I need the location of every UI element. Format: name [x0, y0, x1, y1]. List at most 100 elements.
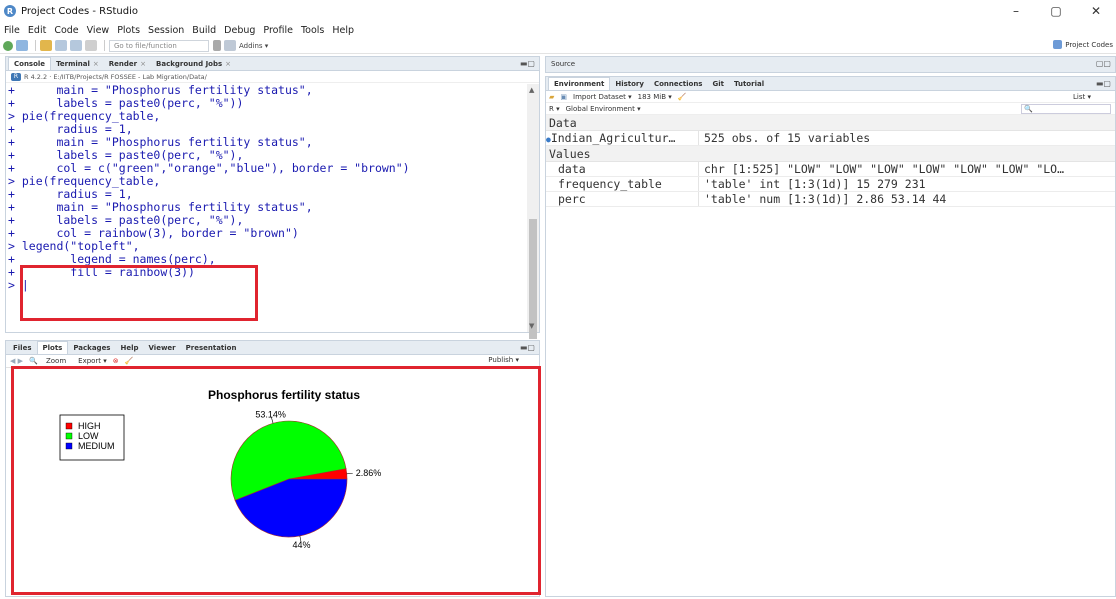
menu-session[interactable]: Session — [148, 25, 184, 36]
menu-build[interactable]: Build — [192, 25, 216, 36]
tab-close-icon[interactable]: × — [140, 60, 146, 68]
env-name: ●Indian_Agricultur… — [546, 131, 698, 145]
import-dataset-button[interactable]: Import Dataset ▾ — [573, 93, 632, 101]
memory-usage-button[interactable]: 183 MiB ▾ — [638, 93, 672, 101]
tab-label: Environment — [554, 80, 605, 88]
tab-label: Presentation — [185, 344, 237, 352]
window-title: Project Codes - RStudio — [21, 5, 138, 17]
close-button[interactable]: ✕ — [1076, 0, 1116, 22]
export-button[interactable]: Export ▾ — [78, 357, 107, 365]
legend-swatch-medium — [65, 442, 73, 450]
env-row-frequency-table[interactable]: frequency_table 'table' int [1:3(1d)] 15… — [546, 177, 1115, 192]
zoom-button[interactable]: 🔍 Zoom — [29, 357, 72, 365]
menu-file[interactable]: File — [4, 25, 20, 36]
env-row-value: 'table' num [1:3(1d)] 2.86 53.14 44 — [698, 192, 1115, 206]
chart-legend: HIGH LOW MEDIUM — [59, 414, 125, 461]
grid-layout-icon[interactable] — [224, 40, 236, 51]
plot-viewer: Phosphorus fertility status 2.86% 53.14% 4… — [11, 366, 541, 595]
tab-files[interactable]: Files — [8, 342, 37, 354]
tab-tutorial[interactable]: Tutorial — [729, 78, 769, 90]
tab-label: Tutorial — [733, 80, 765, 88]
env-search-input[interactable]: 🔍 — [1021, 103, 1111, 114]
print-icon[interactable] — [85, 40, 97, 51]
tab-environment[interactable]: Environment — [548, 77, 611, 90]
save-icon[interactable] — [55, 40, 67, 51]
save-workspace-icon[interactable]: ▣ — [560, 93, 567, 101]
list-view-button[interactable]: List ▾ — [1073, 93, 1091, 101]
env-row-data[interactable]: data chr [1:525] "LOW" "LOW" "LOW" "LOW"… — [546, 162, 1115, 177]
pane-minmax-icon[interactable]: ▬▢ — [520, 59, 535, 68]
r-logo-icon: R — [11, 72, 21, 81]
tab-presentation[interactable]: Presentation — [181, 342, 242, 354]
scroll-up-icon[interactable]: ▲ — [529, 86, 534, 94]
menu-code[interactable]: Code — [54, 25, 78, 36]
console-tabbar: Console Terminal × Render × Background Job… — [6, 57, 539, 71]
back-arrow-icon[interactable]: ◀ ▶ — [10, 357, 23, 365]
menu-help[interactable]: Help — [332, 25, 354, 36]
new-project-icon[interactable] — [16, 40, 28, 51]
legend-label-medium: MEDIUM — [78, 441, 115, 451]
tab-terminal[interactable]: Terminal × — [51, 58, 104, 70]
goto-file-input[interactable]: Go to file/function — [109, 39, 209, 52]
source-pane: Source ▢▢ — [545, 56, 1116, 73]
tab-label: Plots — [42, 344, 63, 352]
tab-close-icon[interactable]: × — [93, 60, 99, 68]
console-scroll-thumb[interactable] — [529, 219, 537, 339]
clear-plots-icon[interactable]: 🧹 — [125, 357, 134, 365]
zoom-icon: 🔍 — [29, 357, 38, 365]
publish-button[interactable]: Publish ▾ — [488, 356, 519, 364]
workspace-icon[interactable] — [213, 40, 221, 51]
menu-view[interactable]: View — [87, 25, 110, 36]
pane-minmax-icon[interactable]: ▢▢ — [1096, 59, 1111, 68]
project-menu[interactable]: Project Codes — [1053, 40, 1113, 49]
pane-minmax-icon[interactable]: ▬▢ — [1096, 79, 1111, 88]
tab-history[interactable]: History — [610, 78, 649, 90]
tab-connections[interactable]: Connections — [649, 78, 708, 90]
clear-env-icon[interactable]: 🧹 — [678, 93, 687, 101]
global-environment-select[interactable]: Global Environment ▾ — [566, 105, 641, 113]
project-icon — [1053, 40, 1063, 49]
env-row-dataset[interactable]: ●Indian_Agricultur… 525 obs. of 15 varia… — [546, 131, 1115, 146]
pie-chart: Phosphorus fertility status 2.86% 53.14% 4… — [59, 388, 382, 550]
tab-background-jobs[interactable]: Background Jobs × — [151, 58, 236, 70]
console-scrollbar[interactable]: ▲ ▼ — [527, 84, 539, 339]
env-row-name: data — [558, 162, 586, 176]
tab-close-icon[interactable]: × — [225, 60, 231, 68]
tab-help[interactable]: Help — [115, 342, 143, 354]
window-controls: – ▢ ✕ — [996, 0, 1116, 22]
delete-plot-icon[interactable]: ⊗ — [113, 357, 119, 365]
tab-label: Console — [14, 60, 46, 68]
new-file-icon[interactable] — [3, 40, 13, 51]
menu-tools[interactable]: Tools — [301, 25, 324, 36]
env-row-name: perc — [558, 192, 586, 206]
tab-render[interactable]: Render × — [104, 58, 151, 70]
menu-edit[interactable]: Edit — [28, 25, 46, 36]
language-select[interactable]: R ▾ — [549, 105, 560, 113]
tab-label: Background Jobs — [156, 60, 223, 68]
menu-profile[interactable]: Profile — [263, 25, 293, 36]
save-all-icon[interactable] — [70, 40, 82, 51]
addins-menu[interactable]: Addins ▾ — [239, 42, 268, 50]
tab-plots[interactable]: Plots — [36, 341, 69, 354]
tab-git[interactable]: Git — [707, 78, 729, 90]
env-tabbar: Environment History Connections Git Tuto… — [546, 77, 1115, 91]
open-workspace-icon[interactable]: ▰ — [549, 93, 554, 101]
open-folder-icon[interactable] — [40, 40, 52, 51]
tab-packages[interactable]: Packages — [68, 342, 115, 354]
tab-viewer[interactable]: Viewer — [144, 342, 181, 354]
toolbar-separator — [104, 40, 105, 51]
minimize-button[interactable]: – — [996, 0, 1036, 22]
maximize-button[interactable]: ▢ — [1036, 0, 1076, 22]
pie-label-high: 2.86% — [356, 468, 382, 478]
env-section-data: Data — [546, 115, 1115, 131]
pie-label-tick — [346, 472, 353, 475]
pane-minmax-icon[interactable]: ▬▢ — [520, 343, 535, 352]
legend-code-highlight — [20, 265, 258, 321]
menu-plots[interactable]: Plots — [117, 25, 140, 36]
scroll-down-icon[interactable]: ▼ — [529, 322, 534, 330]
env-toolbar: ▰ ▣ Import Dataset ▾ 183 MiB ▾ 🧹 List ▾ — [546, 91, 1115, 103]
tab-label: Git — [712, 80, 724, 88]
env-row-perc[interactable]: perc 'table' num [1:3(1d)] 2.86 53.14 44 — [546, 192, 1115, 207]
tab-console[interactable]: Console — [8, 57, 52, 70]
menu-debug[interactable]: Debug — [224, 25, 255, 36]
